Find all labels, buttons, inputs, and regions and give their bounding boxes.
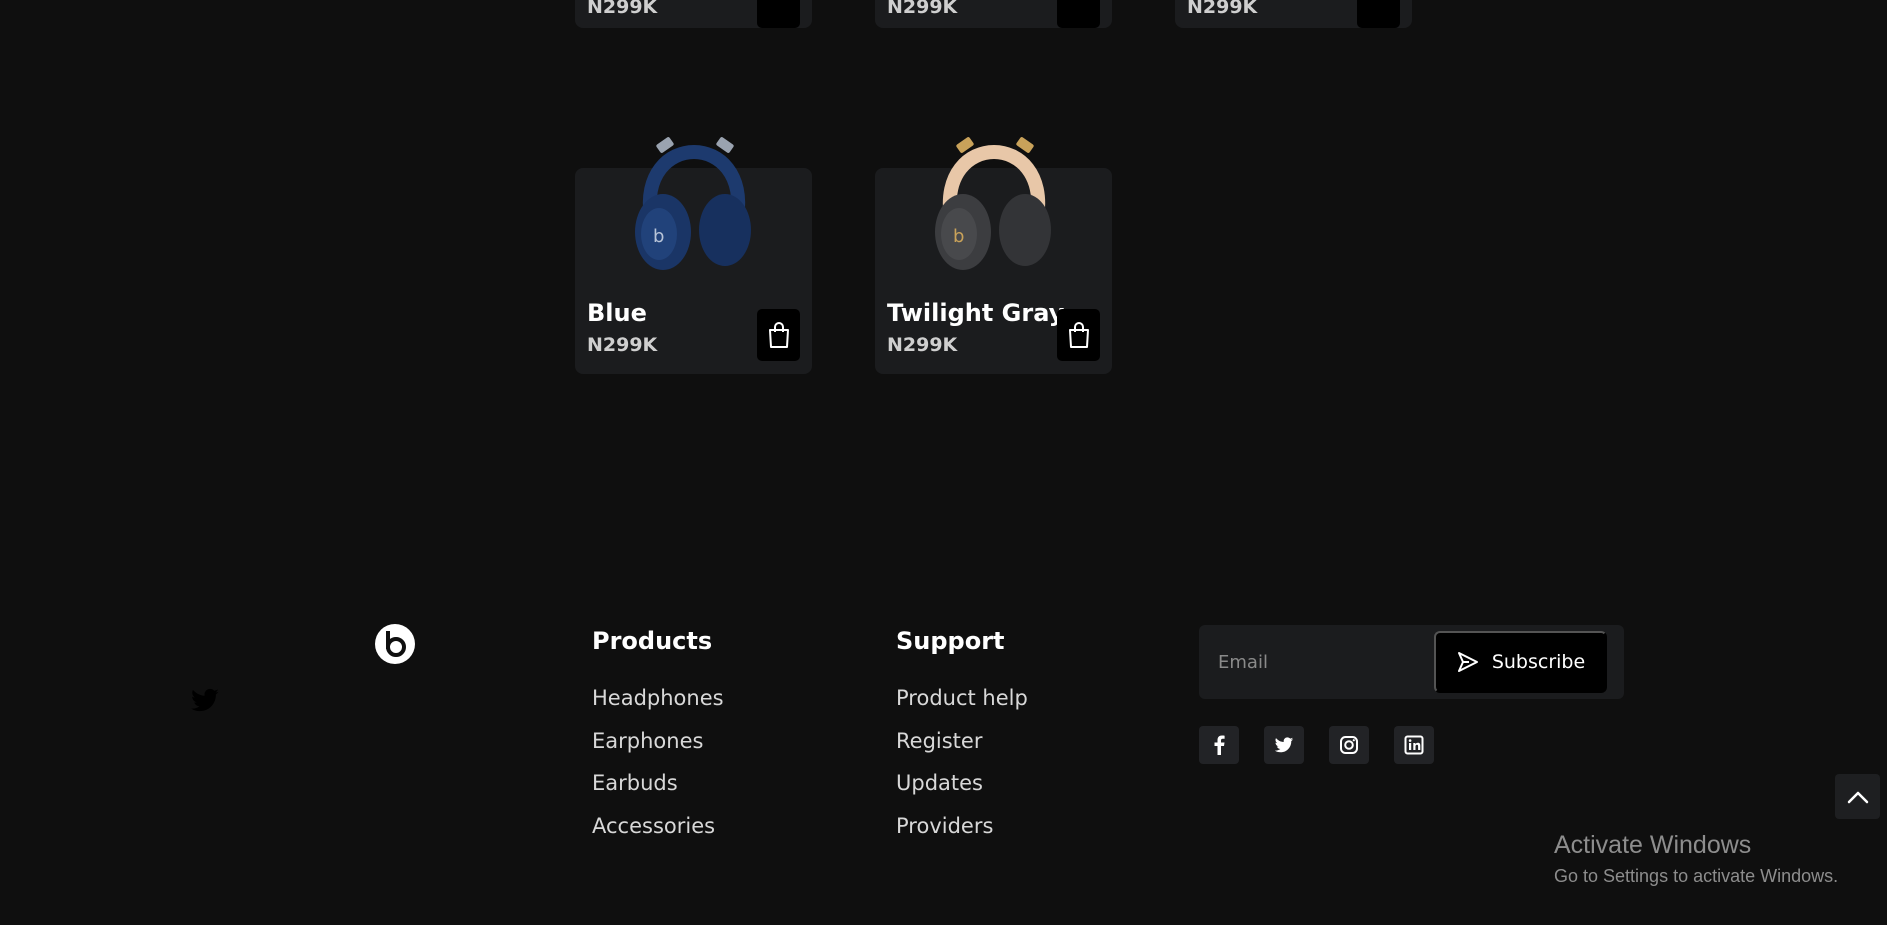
activate-windows-title: Activate Windows [1554,831,1752,859]
products-heading: Products [592,627,713,655]
product-card-twilight-gray[interactable]: b Twilight Gray N299K [875,137,1112,374]
linkedin-icon [1404,735,1424,755]
headphones-image: b [634,137,751,270]
chevron-up-icon [1847,791,1868,803]
shopping-bag-icon [768,322,789,348]
product-name: Blue [587,299,647,327]
headphones-image: b [934,137,1051,270]
footer-link-accessories[interactable]: Accessories [592,814,715,838]
footer-link-providers[interactable]: Providers [896,814,993,838]
footer-link-earbuds[interactable]: Earbuds [592,771,678,795]
product-card: N299K [875,0,1112,28]
add-to-cart-button[interactable] [1057,0,1100,28]
twitter-icon [1274,736,1294,752]
subscribe-button[interactable]: Subscribe [1434,631,1607,693]
product-price: N299K [887,0,958,18]
beats-logo[interactable] [374,623,416,669]
activate-windows-subtitle: Go to Settings to activate Windows. [1554,866,1839,886]
footer-link-updates[interactable]: Updates [896,771,983,795]
product-price: N299K [587,334,658,356]
product-price: N299K [587,0,658,18]
shopping-bag-icon [1068,322,1089,348]
instagram-button[interactable] [1329,726,1369,764]
twitter-button[interactable] [1264,726,1304,764]
product-price: N299K [1187,0,1258,18]
add-to-cart-button[interactable] [1057,309,1100,361]
product-card-blue[interactable]: b Blue N299K [575,137,812,374]
newsletter-form: Subscribe [1199,625,1624,699]
instagram-icon [1340,736,1358,754]
product-card: N299K [1175,0,1412,28]
add-to-cart-button[interactable] [1357,0,1400,28]
product-price: N299K [887,334,958,356]
add-to-cart-button[interactable] [757,0,800,28]
product-name: Twilight Gray [887,299,1065,327]
linkedin-button[interactable] [1394,726,1434,764]
footer-link-product-help[interactable]: Product help [896,686,1028,710]
product-card: N299K [575,0,812,28]
subscribe-label: Subscribe [1491,651,1586,673]
facebook-icon [1214,735,1225,755]
support-heading: Support [896,627,1005,655]
footer-link-headphones[interactable]: Headphones [592,686,724,710]
svg-text:b: b [953,226,964,247]
footer-link-register[interactable]: Register [896,729,982,753]
facebook-button[interactable] [1199,726,1239,764]
back-to-top-button[interactable] [1835,774,1880,819]
twitter-logo[interactable] [190,688,220,718]
twitter-icon [191,688,219,712]
email-input[interactable] [1199,625,1429,699]
beats-logo-icon [375,624,415,664]
add-to-cart-button[interactable] [757,309,800,361]
svg-text:b: b [653,226,664,247]
footer-link-earphones[interactable]: Earphones [592,729,703,753]
send-icon [1457,652,1478,672]
